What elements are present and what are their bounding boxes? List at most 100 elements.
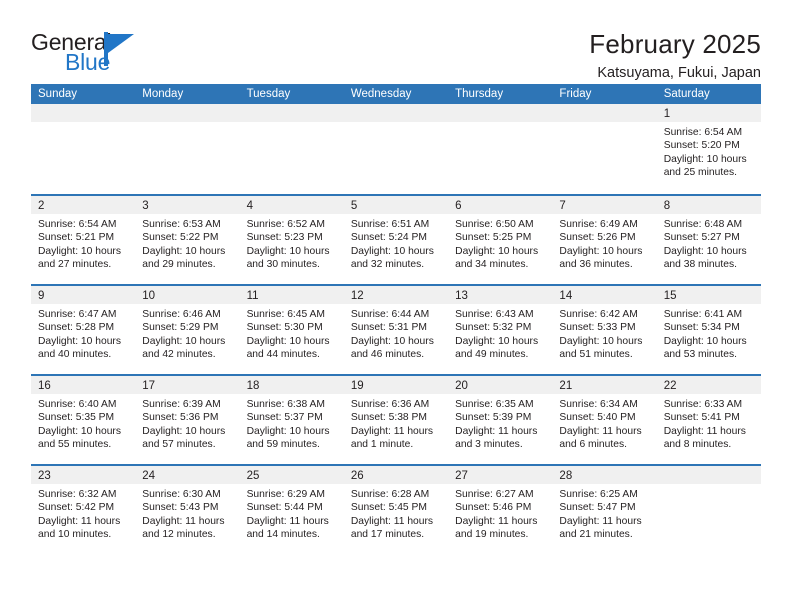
day-cell[interactable] bbox=[135, 104, 240, 194]
day-cell[interactable] bbox=[343, 104, 449, 194]
sunset-text: Sunset: 5:40 PM bbox=[559, 412, 636, 424]
day-cell[interactable]: 5 Sunrise: 6:51 AM Sunset: 5:24 PM Daylight… bbox=[343, 196, 449, 284]
daylight-text-line2: and 53 minutes. bbox=[663, 349, 737, 361]
day-cell[interactable]: 9 Sunrise: 6:47 AM Sunset: 5:28 PM Daylight… bbox=[31, 286, 136, 374]
daylight-text-line2: and 21 minutes. bbox=[559, 529, 633, 541]
day-cell[interactable]: 22 Sunrise: 6:33 AM Sunset: 5:41 PM Dayligh… bbox=[656, 376, 761, 464]
sunrise-text: Sunrise: 6:51 AM bbox=[350, 219, 430, 230]
day-cell[interactable]: 19 Sunrise: 6:36 AM Sunset: 5:38 PM Dayligh… bbox=[343, 376, 449, 464]
day-number: 24 bbox=[142, 470, 156, 482]
day-cell[interactable]: 16 Sunrise: 6:40 AM Sunset: 5:35 PM Dayligh… bbox=[31, 376, 136, 464]
daylight-text-line2: and 3 minutes. bbox=[455, 439, 523, 451]
day-cell[interactable]: 11 Sunrise: 6:45 AM Sunset: 5:30 PM Dayligh… bbox=[239, 286, 344, 374]
day-number: 5 bbox=[350, 200, 358, 212]
sunset-text: Sunset: 5:20 PM bbox=[663, 140, 740, 152]
sunset-text: Sunset: 5:46 PM bbox=[455, 502, 532, 514]
sunrise-text: Sunrise: 6:34 AM bbox=[559, 399, 638, 410]
day-cell[interactable]: 21 Sunrise: 6:34 AM Sunset: 5:40 PM Dayligh… bbox=[552, 376, 657, 464]
weekday-wednesday: Wednesday bbox=[350, 88, 412, 100]
sunset-text: Sunset: 5:38 PM bbox=[350, 412, 427, 424]
sunset-text: Sunset: 5:35 PM bbox=[38, 412, 115, 424]
weekday-sunday: Sunday bbox=[38, 88, 78, 100]
daylight-text-line1: Daylight: 10 hours bbox=[38, 425, 121, 437]
general-blue-logo[interactable]: General Blue bbox=[31, 28, 151, 76]
day-cell[interactable] bbox=[239, 104, 344, 194]
location-subtitle: Katsuyama, Fukui, Japan bbox=[597, 65, 761, 81]
sunrise-text: Sunrise: 6:54 AM bbox=[663, 127, 743, 138]
daylight-text-line1: Daylight: 10 hours bbox=[246, 335, 330, 347]
daylight-text-line2: and 10 minutes. bbox=[38, 529, 112, 541]
day-cell[interactable]: 20 Sunrise: 6:35 AM Sunset: 5:39 PM Dayligh… bbox=[448, 376, 553, 464]
day-cell[interactable]: 8 Sunrise: 6:48 AM Sunset: 5:27 PM Daylight… bbox=[656, 196, 761, 284]
day-cell[interactable]: 24 Sunrise: 6:30 AM Sunset: 5:43 PM Dayligh… bbox=[135, 466, 240, 554]
day-cell[interactable]: 25 Sunrise: 6:29 AM Sunset: 5:44 PM Dayligh… bbox=[239, 466, 344, 554]
day-cell[interactable]: 14 Sunrise: 6:42 AM Sunset: 5:33 PM Dayligh… bbox=[552, 286, 657, 374]
day-cell[interactable]: 1 Sunrise: 6:54 AM Sunset: 5:20 PM Daylight… bbox=[656, 104, 761, 194]
week-row: 9 Sunrise: 6:47 AM Sunset: 5:28 PM Daylight… bbox=[31, 284, 761, 374]
day-cell[interactable]: 15 Sunrise: 6:41 AM Sunset: 5:34 PM Dayligh… bbox=[656, 286, 761, 374]
day-cell[interactable]: 10 Sunrise: 6:46 AM Sunset: 5:29 PM Dayligh… bbox=[135, 286, 240, 374]
daylight-text-line1: Daylight: 10 hours bbox=[559, 335, 643, 347]
day-number: 11 bbox=[246, 290, 259, 302]
daylight-text-line2: and 27 minutes. bbox=[38, 259, 112, 271]
sunrise-text: Sunrise: 6:25 AM bbox=[559, 489, 638, 500]
daylight-text-line2: and 25 minutes. bbox=[663, 167, 737, 179]
day-number: 19 bbox=[350, 380, 364, 392]
day-cell[interactable]: 28 Sunrise: 6:25 AM Sunset: 5:47 PM Dayligh… bbox=[552, 466, 657, 554]
day-cell[interactable] bbox=[552, 104, 657, 194]
day-number: 9 bbox=[38, 290, 45, 302]
sunset-text: Sunset: 5:24 PM bbox=[350, 232, 427, 244]
day-cell[interactable]: 4 Sunrise: 6:52 AM Sunset: 5:23 PM Daylight… bbox=[239, 196, 344, 284]
day-number: 10 bbox=[142, 290, 156, 302]
daylight-text-line2: and 59 minutes. bbox=[246, 439, 320, 451]
daylight-text-line2: and 55 minutes. bbox=[38, 439, 112, 451]
sunrise-text: Sunrise: 6:52 AM bbox=[246, 219, 325, 230]
day-number: 26 bbox=[350, 470, 364, 482]
daylight-text-line1: Daylight: 10 hours bbox=[663, 153, 747, 165]
day-cell[interactable]: 7 Sunrise: 6:49 AM Sunset: 5:26 PM Daylight… bbox=[552, 196, 657, 284]
day-cell[interactable]: 3 Sunrise: 6:53 AM Sunset: 5:22 PM Daylight… bbox=[135, 196, 240, 284]
day-cell[interactable] bbox=[656, 466, 761, 554]
sunrise-text: Sunrise: 6:44 AM bbox=[350, 309, 430, 320]
daylight-text-line1: Daylight: 10 hours bbox=[142, 425, 226, 437]
day-cell[interactable]: 13 Sunrise: 6:43 AM Sunset: 5:32 PM Dayligh… bbox=[448, 286, 553, 374]
day-number: 3 bbox=[142, 200, 149, 212]
day-cell[interactable]: 12 Sunrise: 6:44 AM Sunset: 5:31 PM Dayligh… bbox=[343, 286, 449, 374]
day-cell[interactable]: 17 Sunrise: 6:39 AM Sunset: 5:36 PM Dayligh… bbox=[135, 376, 240, 464]
sunset-text: Sunset: 5:45 PM bbox=[350, 502, 427, 514]
day-cell[interactable]: 23 Sunrise: 6:32 AM Sunset: 5:42 PM Dayligh… bbox=[31, 466, 136, 554]
page-header: General Blue February 2025 Katsuyama, Fu… bbox=[0, 0, 792, 81]
sunrise-text: Sunrise: 6:39 AM bbox=[142, 399, 221, 410]
day-number: 27 bbox=[455, 470, 468, 482]
daylight-text-line1: Daylight: 11 hours bbox=[350, 425, 434, 437]
day-number: 25 bbox=[246, 470, 260, 482]
day-cell[interactable] bbox=[31, 104, 136, 194]
day-number: 13 bbox=[455, 290, 468, 302]
daylight-text-line1: Daylight: 10 hours bbox=[38, 245, 121, 257]
daylight-text-line1: Daylight: 11 hours bbox=[455, 515, 538, 527]
daylight-text-line1: Daylight: 10 hours bbox=[663, 335, 747, 347]
daylight-text-line2: and 6 minutes. bbox=[559, 439, 627, 451]
day-number: 4 bbox=[246, 200, 253, 212]
daylight-text-line1: Daylight: 10 hours bbox=[350, 245, 434, 257]
day-cell[interactable]: 26 Sunrise: 6:28 AM Sunset: 5:45 PM Dayligh… bbox=[343, 466, 449, 554]
daylight-text-line1: Daylight: 11 hours bbox=[663, 425, 746, 437]
title-block: February 2025 Katsuyama, Fukui, Japan bbox=[589, 28, 761, 83]
daylight-text-line1: Daylight: 10 hours bbox=[350, 335, 434, 347]
sunset-text: Sunset: 5:47 PM bbox=[559, 502, 636, 514]
day-cell[interactable]: 2 Sunrise: 6:54 AM Sunset: 5:21 PM Daylight… bbox=[31, 196, 136, 284]
daylight-text-line2: and 19 minutes. bbox=[455, 529, 529, 541]
day-cell[interactable]: 18 Sunrise: 6:38 AM Sunset: 5:37 PM Dayligh… bbox=[239, 376, 344, 464]
daylight-text-line2: and 44 minutes. bbox=[246, 349, 320, 361]
sunrise-text: Sunrise: 6:45 AM bbox=[246, 309, 325, 320]
calendar-grid: Sunday Monday Tuesday Wednesday Thursday… bbox=[31, 84, 761, 554]
sunrise-text: Sunrise: 6:53 AM bbox=[142, 219, 221, 230]
sunset-text: Sunset: 5:22 PM bbox=[142, 232, 219, 244]
sunrise-text: Sunrise: 6:49 AM bbox=[559, 219, 638, 230]
sunrise-text: Sunrise: 6:27 AM bbox=[455, 489, 534, 500]
day-cell[interactable]: 27 Sunrise: 6:27 AM Sunset: 5:46 PM Dayligh… bbox=[448, 466, 553, 554]
sunrise-text: Sunrise: 6:50 AM bbox=[455, 219, 534, 230]
day-cell[interactable] bbox=[448, 104, 553, 194]
day-cell[interactable]: 6 Sunrise: 6:50 AM Sunset: 5:25 PM Daylight… bbox=[448, 196, 553, 284]
calendar-page: General Blue February 2025 Katsuyama, Fu… bbox=[0, 0, 792, 612]
